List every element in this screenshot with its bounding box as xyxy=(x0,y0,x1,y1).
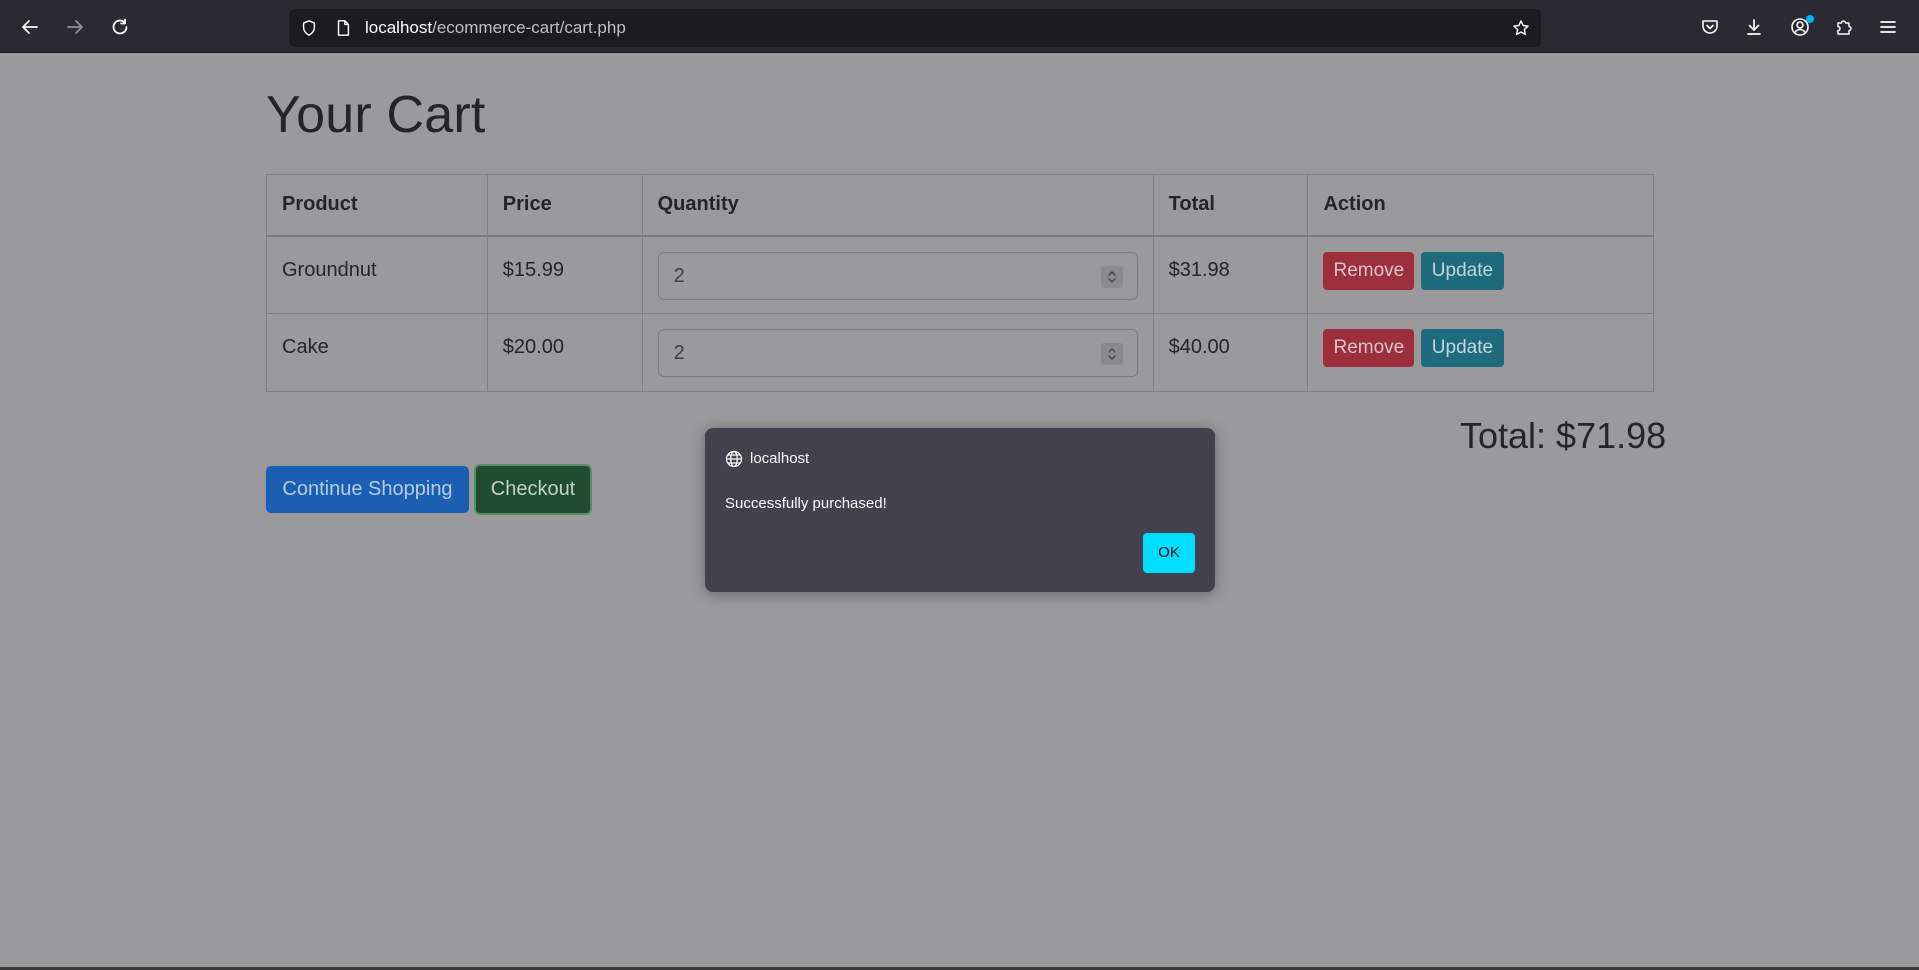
puzzle-icon xyxy=(1837,20,1852,35)
product-price: $20.00 xyxy=(486,313,643,392)
quantity-input[interactable]: 2 xyxy=(657,329,1138,377)
grand-total: Total: $71.98 xyxy=(1460,415,1667,456)
page-title: Your Cart xyxy=(266,86,486,144)
shield-icon[interactable] xyxy=(299,18,319,38)
quantity-cell: 2 xyxy=(641,235,1154,314)
product-name: Groundnut xyxy=(266,235,488,314)
quantity-value: 2 xyxy=(673,264,685,287)
action-cell: Remove Update xyxy=(1307,313,1654,392)
quantity-value: 2 xyxy=(673,342,685,364)
table-header-row: Product Price Quantity Total Action xyxy=(266,174,1654,237)
browser-toolbar: localhost/ecommerce-cart/cart.php xyxy=(0,0,1919,53)
update-button[interactable]: Update xyxy=(1420,329,1505,367)
column-header-action: Action xyxy=(1307,174,1654,237)
hamburger-menu-icon xyxy=(1880,21,1896,33)
dialog-origin: localhost xyxy=(750,450,810,467)
notification-dot xyxy=(1806,15,1814,23)
quantity-spinner[interactable] xyxy=(1100,265,1123,288)
arrow-left-icon xyxy=(22,20,38,34)
remove-button[interactable]: Remove xyxy=(1323,329,1415,367)
column-header-quantity: Quantity xyxy=(641,174,1154,237)
dialog-message: Successfully purchased! xyxy=(725,495,887,512)
column-header-price: Price xyxy=(486,174,643,237)
quantity-input[interactable]: 2 xyxy=(657,251,1138,300)
url-host: localhost xyxy=(365,18,433,37)
pocket-icon xyxy=(1702,20,1718,34)
bookmark-star-icon[interactable] xyxy=(1511,18,1531,38)
quantity-spinner[interactable] xyxy=(1100,343,1123,365)
back-button[interactable] xyxy=(12,9,48,45)
extensions-button[interactable] xyxy=(1826,9,1862,45)
url-bar[interactable]: localhost/ecommerce-cart/cart.php xyxy=(289,9,1541,47)
menu-button[interactable] xyxy=(1870,9,1906,45)
downloads-button[interactable] xyxy=(1736,9,1772,45)
quantity-cell: 2 xyxy=(641,313,1154,392)
page-icon[interactable] xyxy=(333,18,353,38)
table-row: Cake $20.00 2 $40.00 Remove Update xyxy=(266,313,1654,392)
product-price: $15.99 xyxy=(486,235,643,314)
url-text[interactable]: localhost/ecommerce-cart/cart.php xyxy=(365,19,626,37)
forward-button[interactable] xyxy=(57,9,93,45)
product-name: Cake xyxy=(266,313,488,392)
line-total: $40.00 xyxy=(1152,313,1309,392)
account-button[interactable] xyxy=(1782,9,1818,45)
line-total: $31.98 xyxy=(1152,235,1309,314)
table-row: Groundnut $15.99 2 $31.98 Remove Update xyxy=(266,235,1654,314)
url-path: /ecommerce-cart/cart.php xyxy=(432,18,626,37)
continue-shopping-button[interactable]: Continue Shopping xyxy=(266,466,469,513)
pocket-button[interactable] xyxy=(1692,9,1728,45)
ok-button[interactable]: OK xyxy=(1143,533,1195,573)
update-button[interactable]: Update xyxy=(1420,251,1505,290)
spinner-arrows-icon xyxy=(1107,270,1116,283)
download-icon xyxy=(1747,19,1761,35)
action-cell: Remove Update xyxy=(1307,235,1654,314)
spinner-arrows-icon xyxy=(1107,348,1116,360)
column-header-total: Total xyxy=(1152,174,1309,237)
arrow-right-icon xyxy=(67,20,83,34)
remove-button[interactable]: Remove xyxy=(1323,251,1415,290)
column-header-product: Product xyxy=(266,174,488,237)
cart-table: Product Price Quantity Total Action Grou… xyxy=(266,174,1654,392)
alert-dialog: localhost Successfully purchased! OK xyxy=(705,428,1215,592)
checkout-button[interactable]: Checkout xyxy=(474,464,592,515)
reload-button[interactable] xyxy=(102,9,138,45)
globe-icon xyxy=(725,450,743,468)
reload-icon xyxy=(112,18,128,35)
